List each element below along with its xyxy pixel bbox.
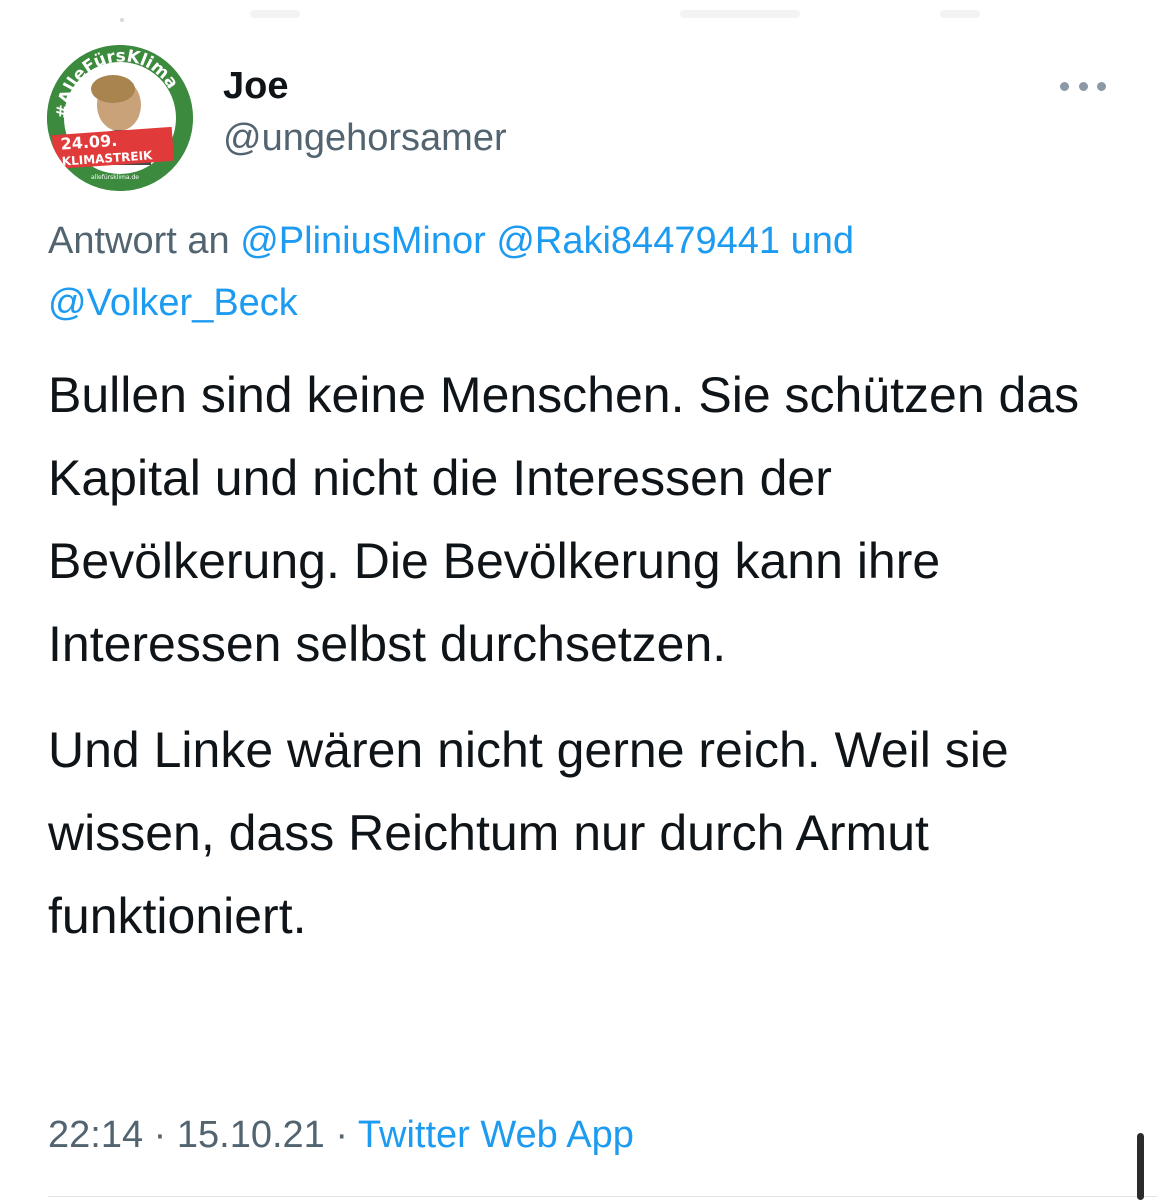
mention-link[interactable]: @Volker_Beck [48,282,298,324]
tweet-time[interactable]: 22:14 [48,1114,143,1156]
tweet-date[interactable]: 15.10.21 [177,1114,325,1156]
user-avatar[interactable]: #AlleFürsKlima 24.09. KLIMASTREIK allefü… [47,45,193,191]
display-name[interactable]: Joe [223,62,507,110]
top-bar-remnant-item [680,10,800,18]
avatar-image: #AlleFürsKlima 24.09. KLIMASTREIK allefü… [47,45,193,191]
more-horizontal-icon[interactable] [1060,74,1106,98]
more-dot [1078,81,1088,91]
mention-link[interactable]: @PliniusMinor [240,220,486,262]
tweet-text: Bullen sind keine Menschen. Sie schützen… [48,354,1128,958]
decorative-dot [120,18,124,22]
meta-separator: · [153,1114,167,1156]
reply-context: Antwort an @PliniusMinor @Raki84479441 u… [48,210,1108,334]
more-dot [1097,81,1106,91]
tweet-page: #AlleFürsKlima 24.09. KLIMASTREIK allefü… [0,0,1157,1200]
user-handle[interactable]: @ungehorsamer [223,114,507,162]
top-bar-remnant-item [940,10,980,18]
tweet-source-link[interactable]: Twitter Web App [358,1114,634,1156]
avatar-date-text: 24.09. [60,131,118,154]
tweet-meta: 22:14 · 15.10.21 · Twitter Web App [48,1110,634,1160]
more-dot [1060,81,1069,91]
meta-separator: · [335,1114,349,1156]
top-bar-remnant-item [250,10,300,18]
reply-conjunction[interactable]: und [791,220,854,262]
user-info: Joe @ungehorsamer [223,62,507,162]
scrollbar[interactable] [1137,1133,1144,1200]
tweet-paragraph: Bullen sind keine Menschen. Sie schützen… [48,367,1080,672]
reply-prefix: Antwort an [48,220,230,262]
avatar-url-text: allefürsklima.de [91,174,139,181]
tweet-paragraph: Und Linke wären nicht gerne reich. Weil … [48,722,1009,944]
divider [48,1196,1157,1197]
mention-link[interactable]: @Raki84479441 [496,220,780,262]
top-bar-remnant [0,0,1157,30]
